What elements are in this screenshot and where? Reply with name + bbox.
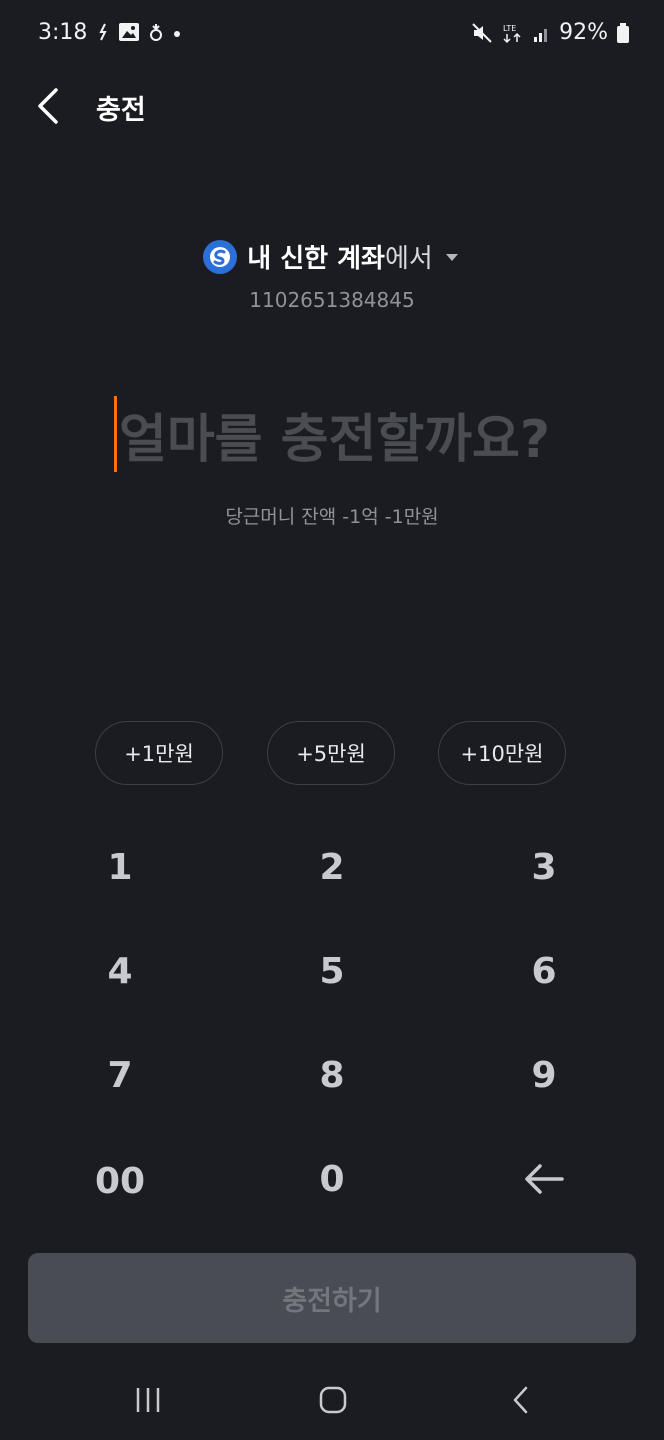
- amount-placeholder: 얼마를 충전할까요?: [119, 409, 550, 470]
- sync-icon: [99, 23, 107, 41]
- account-selector[interactable]: 내 신한 계좌 에서: [0, 238, 664, 275]
- image-icon: [119, 23, 139, 41]
- recent-apps-button[interactable]: [118, 1370, 178, 1430]
- back-nav-icon: [513, 1386, 528, 1414]
- app-header: 충전: [0, 72, 664, 140]
- page-title: 충전: [96, 95, 146, 126]
- add-100000-button[interactable]: +10만원: [438, 721, 566, 785]
- key-4[interactable]: 4: [30, 926, 210, 1016]
- battery-text: 92%: [559, 20, 608, 45]
- account-name: 내 신한 계좌: [247, 244, 385, 274]
- key-2[interactable]: 2: [242, 822, 422, 912]
- mute-icon: [472, 22, 492, 43]
- key-00[interactable]: 00: [30, 1136, 210, 1226]
- backspace-button[interactable]: [454, 1134, 634, 1224]
- status-time: 3:18: [38, 20, 88, 45]
- balance-text: 당근머니 잔액 -1억 -1만원: [225, 506, 439, 528]
- key-8[interactable]: 8: [242, 1030, 422, 1120]
- add-50000-button[interactable]: +5만원: [267, 721, 395, 785]
- key-5[interactable]: 5: [242, 926, 422, 1016]
- key-3[interactable]: 3: [454, 822, 634, 912]
- dropdown-caret-icon: [443, 248, 461, 266]
- home-button[interactable]: [303, 1370, 363, 1430]
- key-1[interactable]: 1: [30, 822, 210, 912]
- battery-icon: [617, 22, 629, 43]
- lte-icon: LTE: [503, 24, 521, 43]
- charge-button[interactable]: 충전하기: [28, 1253, 636, 1343]
- key-6[interactable]: 6: [454, 926, 634, 1016]
- home-icon: [319, 1386, 347, 1414]
- dot-icon: [174, 31, 180, 37]
- backspace-arrow-icon: [525, 1164, 564, 1194]
- status-bar: 3:18 LTE 92%: [0, 0, 664, 72]
- amount-input[interactable]: 얼마를 충전할까요?: [0, 396, 664, 472]
- key-7[interactable]: 7: [30, 1030, 210, 1120]
- account-number: 1102651384845: [249, 288, 415, 312]
- add-10000-button[interactable]: +1만원: [95, 721, 223, 785]
- notification-icons: [96, 22, 182, 42]
- number-keypad: 1 2 3 4 5 6 7 8 9 00 0: [0, 816, 664, 1236]
- key-9[interactable]: 9: [454, 1030, 634, 1120]
- recent-apps-icon: [136, 1388, 160, 1412]
- back-nav-button[interactable]: [490, 1370, 550, 1430]
- shinhan-bank-icon: [203, 239, 238, 274]
- system-icons: LTE 92%: [471, 20, 630, 45]
- signal-icon: [534, 28, 548, 42]
- system-nav-bar: [0, 1360, 664, 1440]
- account-suffix: 에서: [384, 244, 433, 274]
- carrot-app-icon: [150, 24, 162, 41]
- text-caret: [114, 396, 117, 472]
- chevron-left-icon: [38, 88, 58, 124]
- svg-text:LTE: LTE: [503, 24, 516, 33]
- quick-add-row: +1만원 +5만원 +10만원: [95, 721, 569, 789]
- key-0[interactable]: 0: [242, 1134, 422, 1224]
- back-button[interactable]: [26, 84, 70, 128]
